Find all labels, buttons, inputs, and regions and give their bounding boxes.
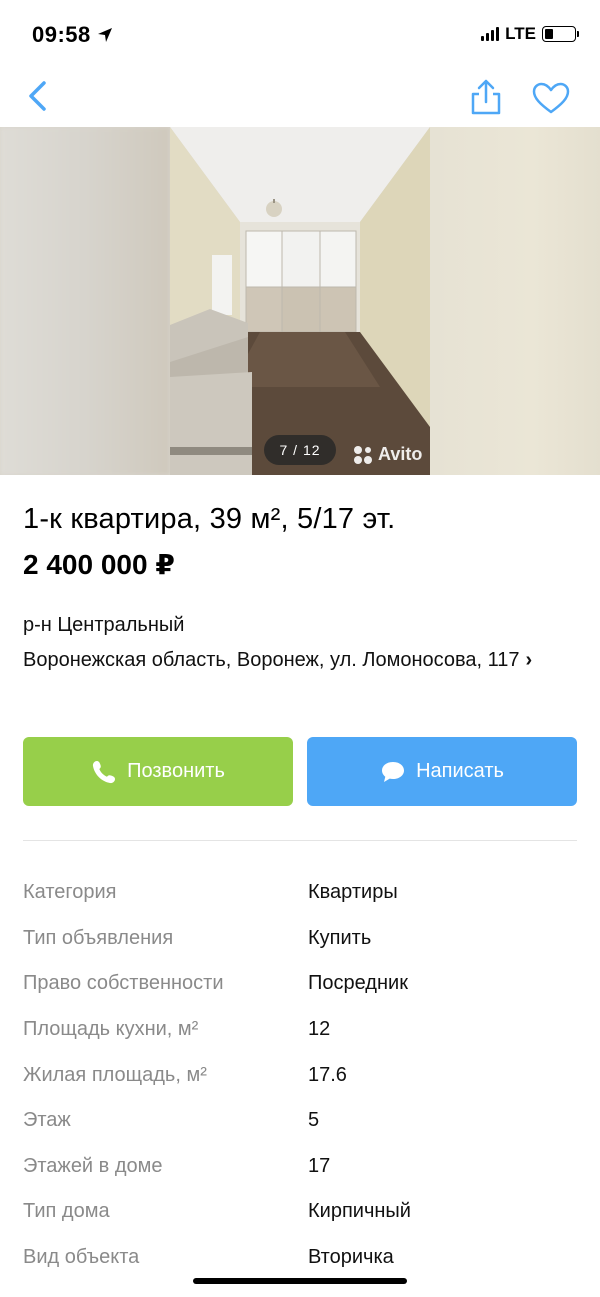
param-value: 5 xyxy=(308,1109,320,1132)
battery-icon xyxy=(542,26,579,42)
listing-title: 1-к квартира, 39 м², 5/17 эт. xyxy=(23,503,396,535)
signal-icon xyxy=(481,27,500,41)
param-value: Вторичка xyxy=(308,1246,394,1269)
param-label: Право собственности xyxy=(23,972,224,995)
battery-level xyxy=(545,29,554,39)
param-label: Площадь кухни, м² xyxy=(23,1018,199,1041)
param-label: Тип объявления xyxy=(23,926,174,949)
param-label: Вид объекта xyxy=(23,1246,140,1269)
gallery-blur-left xyxy=(0,127,170,475)
param-value: 17 xyxy=(308,1154,331,1177)
param-row: Жилая площадь, м² 17.6 xyxy=(23,1052,583,1098)
param-value: Купить xyxy=(308,926,372,949)
chevron-right-icon: › xyxy=(525,649,533,671)
home-indicator xyxy=(193,1278,407,1284)
param-value: Кирпичный xyxy=(308,1200,411,1223)
apartment-photo xyxy=(170,127,430,475)
param-label: Тип дома xyxy=(23,1200,110,1223)
chevron-left-icon xyxy=(29,81,46,111)
photo-gallery[interactable]: 7 / 12 Avito xyxy=(0,127,600,475)
gallery-blur-right xyxy=(430,127,600,475)
call-button[interactable]: Позвонить xyxy=(23,737,293,806)
back-button[interactable] xyxy=(22,78,56,114)
param-label: Жилая площадь, м² xyxy=(23,1063,207,1086)
params-table: Категория Квартиры Тип объявления Купить П… xyxy=(23,870,583,1280)
write-button[interactable]: Написать xyxy=(307,737,577,806)
network-label: LTE xyxy=(505,24,536,43)
clock: 09:58 xyxy=(32,22,91,47)
param-label: Этажей в доме xyxy=(23,1154,163,1177)
avito-watermark: Avito xyxy=(354,444,422,465)
param-row: Тип объявления Купить xyxy=(23,916,583,962)
address-link[interactable]: Воронежская область, Воронеж, ул. Ломоно… xyxy=(23,645,583,676)
param-row: Этажей в доме 17 xyxy=(23,1144,583,1190)
address-text: Воронежская область, Воронеж, ул. Ломоно… xyxy=(23,649,520,671)
param-row: Тип дома Кирпичный xyxy=(23,1189,583,1235)
param-value: Посредник xyxy=(308,972,408,995)
avito-logo-icon xyxy=(354,445,372,464)
param-row: Категория Квартиры xyxy=(23,870,583,916)
divider xyxy=(23,840,577,841)
param-row: Вид объекта Вторичка xyxy=(23,1235,583,1281)
param-value: 12 xyxy=(308,1018,331,1041)
call-button-label: Позвонить xyxy=(127,760,225,782)
param-row: Этаж 5 xyxy=(23,1098,583,1144)
district: р-н Центральный xyxy=(23,614,185,636)
photo-counter: 7 / 12 xyxy=(264,435,336,465)
share-icon xyxy=(471,79,501,115)
status-indicators: LTE xyxy=(481,24,579,44)
listing-price: 2 400 000 ₽ xyxy=(23,549,175,580)
favorite-button[interactable] xyxy=(530,80,572,116)
param-row: Площадь кухни, м² 12 xyxy=(23,1007,583,1053)
status-bar: 09:58 LTE xyxy=(0,0,600,70)
location-arrow-icon xyxy=(97,28,112,42)
heart-icon xyxy=(532,82,570,114)
param-label: Этаж xyxy=(23,1109,71,1132)
chat-bubble-icon xyxy=(382,761,405,782)
status-time: 09:58 xyxy=(32,22,113,48)
phone-icon xyxy=(93,760,116,783)
param-row: Право собственности Посредник xyxy=(23,961,583,1007)
share-button[interactable] xyxy=(468,78,504,116)
nav-bar xyxy=(0,70,600,126)
param-value: 17.6 xyxy=(308,1063,347,1086)
param-value: Квартиры xyxy=(308,881,398,904)
watermark-text: Avito xyxy=(378,444,423,464)
write-button-label: Написать xyxy=(416,760,504,782)
param-label: Категория xyxy=(23,881,117,904)
